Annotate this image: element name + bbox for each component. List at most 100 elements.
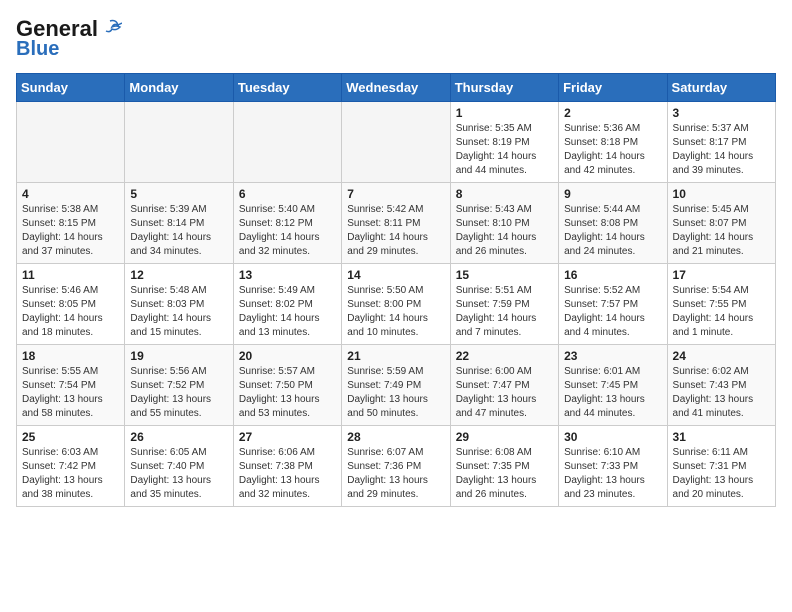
col-header-wednesday: Wednesday: [342, 74, 450, 102]
day-number: 29: [456, 430, 553, 444]
day-info: Sunrise: 5:46 AM Sunset: 8:05 PM Dayligh…: [22, 284, 119, 340]
calendar-cell: 13Sunrise: 5:49 AM Sunset: 8:02 PM Dayli…: [233, 264, 341, 345]
calendar-cell: 19Sunrise: 5:56 AM Sunset: 7:52 PM Dayli…: [125, 345, 233, 426]
day-info: Sunrise: 6:02 AM Sunset: 7:43 PM Dayligh…: [673, 365, 770, 421]
day-number: 24: [673, 349, 770, 363]
calendar-cell: 20 Sunrise: 5:57 AM Sunset: 7:50 PM Dayli…: [233, 345, 341, 426]
day-info: Sunrise: 5:51 AM Sunset: 7:59 PM Dayligh…: [456, 284, 553, 340]
day-info: Sunrise: 5:35 AM Sunset: 8:19 PM Dayligh…: [456, 122, 553, 178]
calendar-table: SundayMondayTuesdayWednesdayThursdayFrid…: [16, 73, 776, 507]
calendar-cell: 6 Sunrise: 5:40 AM Sunset: 8:12 PM Daylig…: [233, 183, 341, 264]
day-info: Sunrise: 5:49 AM Sunset: 8:02 PM Dayligh…: [239, 284, 336, 340]
col-header-friday: Friday: [559, 74, 667, 102]
calendar-cell: 8 Sunrise: 5:43 AM Sunset: 8:10 PM Daylig…: [450, 183, 558, 264]
logo: General Blue: [16, 16, 122, 61]
day-info: Sunrise: 5:56 AM Sunset: 7:52 PM Dayligh…: [130, 365, 227, 421]
day-info: Sunrise: 6:06 AM Sunset: 7:38 PM Dayligh…: [239, 446, 336, 502]
col-header-thursday: Thursday: [450, 74, 558, 102]
day-number: 28: [347, 430, 444, 444]
day-info: Sunrise: 5:44 AM Sunset: 8:08 PM Dayligh…: [564, 203, 661, 259]
day-number: 30: [564, 430, 661, 444]
col-header-monday: Monday: [125, 74, 233, 102]
day-info: Sunrise: 5:50 AM Sunset: 8:00 PM Dayligh…: [347, 284, 444, 340]
calendar-cell: 12 Sunrise: 5:48 AM Sunset: 8:03 PM Dayli…: [125, 264, 233, 345]
calendar-cell: 2 Sunrise: 5:36 AM Sunset: 8:18 PM Daylig…: [559, 102, 667, 183]
day-number: 22: [456, 349, 553, 363]
day-info: Sunrise: 5:59 AM Sunset: 7:49 PM Dayligh…: [347, 365, 444, 421]
day-number: 18: [22, 349, 119, 363]
day-info: Sunrise: 5:55 AM Sunset: 7:54 PM Dayligh…: [22, 365, 119, 421]
calendar-cell: 27 Sunrise: 6:06 AM Sunset: 7:38 PM Dayli…: [233, 426, 341, 507]
day-number: 12: [130, 268, 227, 282]
day-number: 14: [347, 268, 444, 282]
day-number: 3: [673, 106, 770, 120]
calendar-cell: 9 Sunrise: 5:44 AM Sunset: 8:08 PM Daylig…: [559, 183, 667, 264]
calendar-cell: 11 Sunrise: 5:46 AM Sunset: 8:05 PM Dayli…: [17, 264, 125, 345]
day-number: 25: [22, 430, 119, 444]
day-info: Sunrise: 6:01 AM Sunset: 7:45 PM Dayligh…: [564, 365, 661, 421]
day-number: 5: [130, 187, 227, 201]
day-number: 6: [239, 187, 336, 201]
calendar-cell: 4 Sunrise: 5:38 AM Sunset: 8:15 PM Daylig…: [17, 183, 125, 264]
calendar-week-4: 18 Sunrise: 5:55 AM Sunset: 7:54 PM Dayli…: [17, 345, 776, 426]
day-info: Sunrise: 5:45 AM Sunset: 8:07 PM Dayligh…: [673, 203, 770, 259]
day-info: Sunrise: 6:00 AM Sunset: 7:47 PM Dayligh…: [456, 365, 553, 421]
calendar-cell: 14 Sunrise: 5:50 AM Sunset: 8:00 PM Dayli…: [342, 264, 450, 345]
day-number: 9: [564, 187, 661, 201]
day-number: 4: [22, 187, 119, 201]
day-info: Sunrise: 5:57 AM Sunset: 7:50 PM Dayligh…: [239, 365, 336, 421]
day-info: Sunrise: 6:03 AM Sunset: 7:42 PM Dayligh…: [22, 446, 119, 502]
calendar-cell: 31 Sunrise: 6:11 AM Sunset: 7:31 PM Dayli…: [667, 426, 775, 507]
calendar-week-3: 11 Sunrise: 5:46 AM Sunset: 8:05 PM Dayli…: [17, 264, 776, 345]
calendar-header-row: SundayMondayTuesdayWednesdayThursdayFrid…: [17, 74, 776, 102]
day-number: 10: [673, 187, 770, 201]
calendar-cell: 7Sunrise: 5:42 AM Sunset: 8:11 PM Daylig…: [342, 183, 450, 264]
calendar-cell: 28 Sunrise: 6:07 AM Sunset: 7:36 PM Dayli…: [342, 426, 450, 507]
calendar-cell: 24 Sunrise: 6:02 AM Sunset: 7:43 PM Dayli…: [667, 345, 775, 426]
col-header-saturday: Saturday: [667, 74, 775, 102]
day-info: Sunrise: 5:52 AM Sunset: 7:57 PM Dayligh…: [564, 284, 661, 340]
day-info: Sunrise: 5:40 AM Sunset: 8:12 PM Dayligh…: [239, 203, 336, 259]
day-number: 31: [673, 430, 770, 444]
calendar-cell: 3 Sunrise: 5:37 AM Sunset: 8:17 PM Daylig…: [667, 102, 775, 183]
day-number: 1: [456, 106, 553, 120]
day-info: Sunrise: 6:10 AM Sunset: 7:33 PM Dayligh…: [564, 446, 661, 502]
day-number: 20: [239, 349, 336, 363]
calendar-cell: 21Sunrise: 5:59 AM Sunset: 7:49 PM Dayli…: [342, 345, 450, 426]
day-number: 2: [564, 106, 661, 120]
day-number: 26: [130, 430, 227, 444]
calendar-cell: 18 Sunrise: 5:55 AM Sunset: 7:54 PM Dayli…: [17, 345, 125, 426]
calendar-week-5: 25 Sunrise: 6:03 AM Sunset: 7:42 PM Dayli…: [17, 426, 776, 507]
day-number: 15: [456, 268, 553, 282]
calendar-cell: 1 Sunrise: 5:35 AM Sunset: 8:19 PM Daylig…: [450, 102, 558, 183]
day-info: Sunrise: 5:38 AM Sunset: 8:15 PM Dayligh…: [22, 203, 119, 259]
day-info: Sunrise: 6:11 AM Sunset: 7:31 PM Dayligh…: [673, 446, 770, 502]
calendar-cell: [125, 102, 233, 183]
calendar-cell: 29 Sunrise: 6:08 AM Sunset: 7:35 PM Dayli…: [450, 426, 558, 507]
day-number: 8: [456, 187, 553, 201]
day-number: 11: [22, 268, 119, 282]
day-info: Sunrise: 5:39 AM Sunset: 8:14 PM Dayligh…: [130, 203, 227, 259]
calendar-cell: [17, 102, 125, 183]
calendar-cell: 30 Sunrise: 6:10 AM Sunset: 7:33 PM Dayli…: [559, 426, 667, 507]
day-info: Sunrise: 5:37 AM Sunset: 8:17 PM Dayligh…: [673, 122, 770, 178]
day-info: Sunrise: 5:43 AM Sunset: 8:10 PM Dayligh…: [456, 203, 553, 259]
day-info: Sunrise: 6:08 AM Sunset: 7:35 PM Dayligh…: [456, 446, 553, 502]
calendar-cell: 22 Sunrise: 6:00 AM Sunset: 7:47 PM Dayli…: [450, 345, 558, 426]
day-info: Sunrise: 6:07 AM Sunset: 7:36 PM Dayligh…: [347, 446, 444, 502]
day-number: 16: [564, 268, 661, 282]
day-info: Sunrise: 6:05 AM Sunset: 7:40 PM Dayligh…: [130, 446, 227, 502]
calendar-cell: 25 Sunrise: 6:03 AM Sunset: 7:42 PM Dayli…: [17, 426, 125, 507]
logo-text-block: General Blue: [16, 16, 122, 61]
logo-bird-icon: [98, 17, 122, 41]
page-header: General Blue: [16, 16, 776, 61]
calendar-cell: 15 Sunrise: 5:51 AM Sunset: 7:59 PM Dayli…: [450, 264, 558, 345]
col-header-tuesday: Tuesday: [233, 74, 341, 102]
day-info: Sunrise: 5:48 AM Sunset: 8:03 PM Dayligh…: [130, 284, 227, 340]
calendar-week-1: 1 Sunrise: 5:35 AM Sunset: 8:19 PM Daylig…: [17, 102, 776, 183]
day-info: Sunrise: 5:36 AM Sunset: 8:18 PM Dayligh…: [564, 122, 661, 178]
logo-blue: Blue: [16, 38, 59, 61]
day-number: 27: [239, 430, 336, 444]
day-info: Sunrise: 5:42 AM Sunset: 8:11 PM Dayligh…: [347, 203, 444, 259]
calendar-cell: [233, 102, 341, 183]
